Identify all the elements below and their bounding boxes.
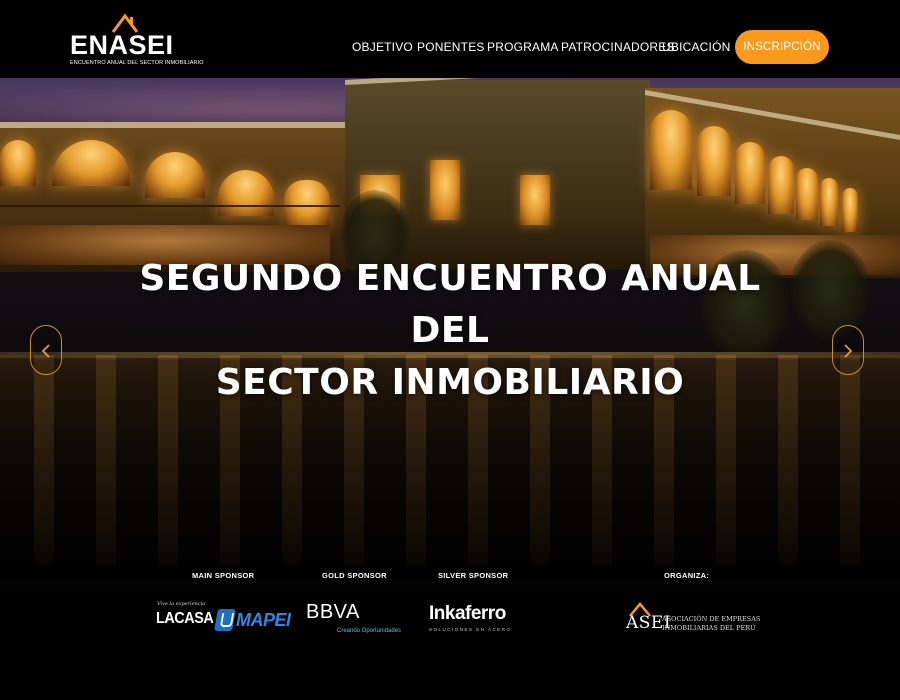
nav-ubicacion[interactable]: UBICACIÓN (662, 40, 730, 54)
arch-window (842, 188, 858, 232)
nav-patrocinadores[interactable]: PATROCINADORES (561, 40, 675, 54)
arch-window (697, 126, 731, 196)
mapei-logo[interactable]: MAPEI (214, 608, 291, 632)
mapei-wordmark: MAPEI (236, 609, 291, 630)
logo-wordmark: ENASEI (70, 30, 174, 60)
arch-window (0, 140, 36, 186)
bbva-logo[interactable]: BBVA (306, 601, 360, 624)
balcony-rail (0, 205, 340, 207)
asei-desc-line-1: ASOCIACIÓN DE EMPRESAS (662, 615, 761, 623)
hero-title-line-1: SEGUNDO ENCUENTRO ANUAL DEL (139, 258, 761, 351)
organiza-label: ORGANIZA: (664, 571, 710, 580)
arch-window (768, 156, 794, 214)
asei-desc-line-2: INMOBILIARIAS DEL PERÚ (662, 624, 756, 632)
gold-sponsor-label: GOLD SPONSOR (322, 571, 387, 580)
silver-sponsor-label: SILVER SPONSOR (438, 571, 509, 580)
arch-window (796, 168, 818, 220)
lacasa-logo[interactable]: LACASA (156, 610, 214, 628)
arch-window (650, 110, 692, 190)
site-header: ENASEI ENCUENTRO ANUAL DEL SECTOR INMOBI… (0, 0, 900, 78)
bbva-tagline: Creando Oportunidades (337, 628, 402, 634)
inkaferro-tagline: SOLUCIONES EN ACERO (429, 627, 512, 632)
asei-description: ASOCIACIÓN DE EMPRESAS INMOBILIARIAS DEL… (662, 615, 760, 633)
window (520, 175, 550, 225)
inscripcion-button[interactable]: INSCRIPCIÓN (735, 30, 829, 64)
arch-window (735, 142, 765, 204)
roofline-left (0, 122, 345, 128)
nav-ponentes[interactable]: PONENTES (417, 40, 485, 54)
nav-programa[interactable]: PROGRAMA (487, 40, 559, 54)
mapei-mark-icon (214, 609, 236, 631)
logo-tagline: ENCUENTRO ANUAL DEL SECTOR INMOBILIARIO (70, 60, 204, 66)
slider-prev-button[interactable] (30, 325, 62, 375)
arch-window (284, 180, 330, 226)
enasei-logo[interactable]: ENASEI ENCUENTRO ANUAL DEL SECTOR INMOBI… (70, 12, 203, 68)
chevron-left-icon (41, 344, 50, 358)
inkaferro-logo[interactable]: Inkaferro (429, 603, 506, 625)
hero-title-line-2: SECTOR INMOBILIARIO (215, 362, 685, 403)
window (430, 160, 460, 220)
lacasa-tagline: Vive la experiencia (157, 601, 206, 607)
nav-objetivo[interactable]: OBJETIVO (352, 40, 413, 54)
main-sponsor-label: MAIN SPONSOR (192, 571, 255, 580)
palm-tree (790, 240, 870, 340)
arch-window (820, 178, 838, 226)
hero-title: SEGUNDO ENCUENTRO ANUAL DEL SECTOR INMOB… (120, 253, 780, 409)
slider-next-button[interactable] (832, 325, 864, 375)
chevron-right-icon (844, 344, 853, 358)
